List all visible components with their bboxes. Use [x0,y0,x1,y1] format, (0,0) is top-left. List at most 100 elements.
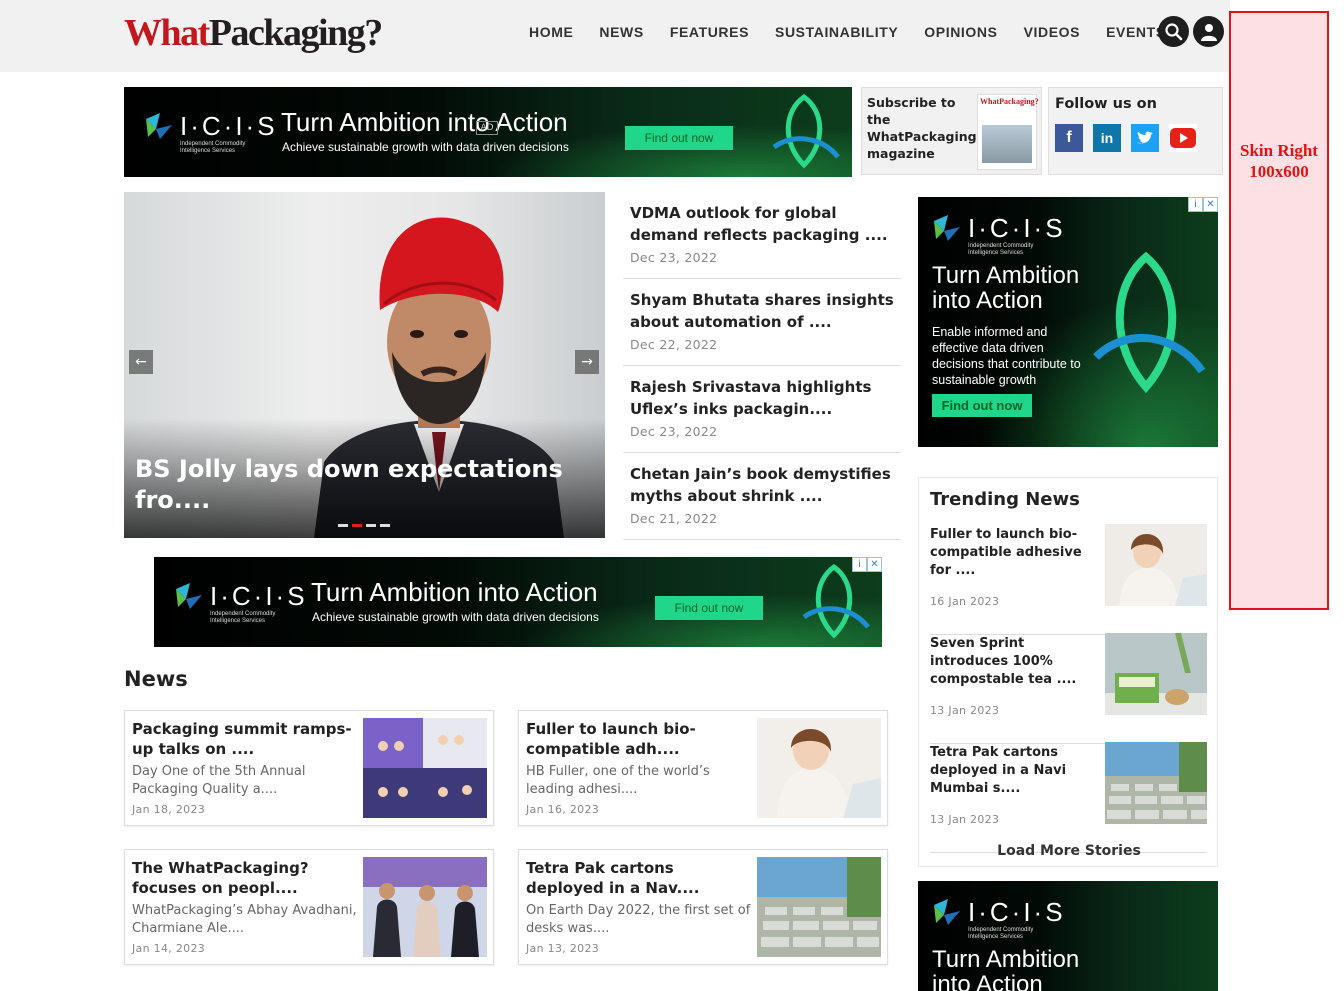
ad-title-line1: Turn Ambition [932,946,1080,973]
latest-title[interactable]: Rajesh Srivastava highlights Uflex’s ink… [630,376,901,420]
slider-next-button[interactable]: → [575,350,599,374]
youtube-icon[interactable] [1169,124,1197,152]
latest-title[interactable]: Chetan Jain’s book demystifies myths abo… [630,463,901,507]
site-header: WhatPackaging? HOME NEWS FEATURES SUSTAI… [0,0,1230,72]
top-banner-ad[interactable]: I·C·I·S Independent Commodity Intelligen… [124,87,852,177]
mid-banner-ad[interactable]: i ✕ I·C·I·S Independent Commodity Intell… [154,557,882,647]
news-card-title[interactable]: The WhatPackaging? focuses on peopl.... [132,858,357,898]
latest-item[interactable]: Rajesh Srivastava highlights Uflex’s ink… [623,366,901,453]
ad-subtitle: Achieve sustainable growth with data dri… [282,140,569,154]
ad-cta-button[interactable]: Find out now [625,126,733,150]
ad-leaf-graphic [772,93,840,169]
news-card-image [363,857,487,957]
ad-tag: AD [476,121,498,135]
latest-item[interactable]: VDMA outlook for global demand reflects … [623,192,901,279]
nav-sustainability[interactable]: SUSTAINABILITY [775,24,898,40]
nav-features[interactable]: FEATURES [670,24,749,40]
skin-size: 100x600 [1249,161,1309,181]
news-card-title[interactable]: Packaging summit ramps-up talks on .... [132,719,357,759]
news-card[interactable]: The WhatPackaging? focuses on peopl.... … [124,849,494,965]
ad-cta-button[interactable]: Find out now [655,596,763,620]
news-card-date: Jan 16, 2023 [526,803,600,816]
nav-home[interactable]: HOME [529,24,573,40]
ad-title: Turn Ambition into Action [311,577,598,607]
trending-item-title[interactable]: Fuller to launch bio-compatible adhesive… [930,526,1092,580]
nav-opinions[interactable]: OPINIONS [924,24,997,40]
slider-dot[interactable] [366,524,376,527]
ad-title-line2: into Action [932,971,1043,991]
follow-box: Follow us on f in [1048,87,1223,175]
nav-news[interactable]: NEWS [599,24,643,40]
latest-item[interactable]: Shyam Bhutata shares insights about auto… [623,279,901,366]
trending-item-title[interactable]: Seven Sprint introduces 100% compostable… [930,635,1092,689]
slider-dot[interactable] [380,524,390,527]
news-card-excerpt: HB Fuller, one of the world’s leading ad… [526,764,710,797]
trending-item-title[interactable]: Tetra Pak cartons deployed in a Navi Mum… [930,744,1092,798]
trending-item-date: 16 Jan 2023 [930,595,1000,608]
twitter-icon[interactable] [1131,124,1159,152]
ad-cta-button[interactable]: Find out now [932,394,1032,417]
slider-dots [338,524,390,527]
latest-item[interactable]: Chetan Jain’s book demystifies myths abo… [623,453,901,540]
hero-caption[interactable]: BS Jolly lays down expectations fro.... [135,454,575,516]
news-card-image [757,718,881,818]
ad-title: Turn Ambition into Action [932,263,1079,313]
news-card-image [757,857,881,957]
ad-info-icon[interactable]: i [1188,197,1203,212]
site-logo[interactable]: WhatPackaging? [124,10,383,56]
trending-item[interactable]: Seven Sprint introduces 100% compostable… [930,633,1207,744]
icis-name: I·C·I·S [180,110,278,141]
side-banner-ad[interactable]: i ✕ I·C·I·S Independent Commodity Intell… [918,197,1218,447]
news-card[interactable]: Packaging summit ramps-up talks on .... … [124,710,494,826]
subscribe-text: Subscribe to the WhatPackaging magazine [867,95,977,161]
trending-item-date: 13 Jan 2023 [930,704,1000,717]
hero-slider[interactable]: ← → BS Jolly lays down expectations fro.… [124,192,605,538]
load-more-button[interactable]: Load More Stories [919,843,1219,859]
slider-dot-active[interactable] [352,524,362,527]
slider-dot[interactable] [338,524,348,527]
latest-date: Dec 23, 2022 [630,250,718,265]
icis-sub: Independent Commodity Intelligence Servi… [210,611,276,624]
account-button[interactable] [1193,16,1224,47]
ad-title: Turn Ambition into Action [932,947,1079,991]
search-button[interactable] [1158,16,1189,47]
icis-sub: Independent Commodity Intelligence Servi… [968,243,1034,256]
main-nav: HOME NEWS FEATURES SUSTAINABILITY OPINIO… [529,24,1192,40]
nav-videos[interactable]: VIDEOS [1024,24,1081,40]
icis-name: I·C·I·S [968,212,1066,243]
nav-events[interactable]: EVENTS [1106,24,1166,40]
news-card-title[interactable]: Tetra Pak cartons deployed in a Nav.... [526,858,751,898]
skin-right-ad-slot[interactable]: Skin Right 100x600 [1229,11,1329,610]
latest-title[interactable]: Shyam Bhutata shares insights about auto… [630,289,901,333]
trending-item[interactable]: Fuller to launch bio-compatible adhesive… [930,524,1207,635]
subscribe-box[interactable]: Subscribe to the WhatPackaging magazine … [861,87,1042,175]
news-card[interactable]: Tetra Pak cartons deployed in a Nav.... … [518,849,888,965]
ad-title: Turn Ambition into Action [281,107,568,137]
latest-list: VDMA outlook for global demand reflects … [623,192,901,540]
slider-prev-button[interactable]: ← [129,350,153,374]
trending-item[interactable]: Tetra Pak cartons deployed in a Navi Mum… [930,742,1207,853]
news-heading: News [124,667,188,691]
ad-leaf-graphic [802,563,870,639]
icis-sub: Independent Commodity Intelligence Servi… [180,141,246,154]
facebook-icon[interactable]: f [1055,124,1083,152]
news-card-excerpt: WhatPackaging’s Abhay Avadhani, Charmian… [132,903,357,936]
news-card[interactable]: Fuller to launch bio-compatible adh.... … [518,710,888,826]
linkedin-icon[interactable]: in [1093,124,1121,152]
trending-item-image [1105,524,1207,606]
trending-item-image [1105,633,1207,715]
ad-close-icon[interactable]: ✕ [1203,197,1218,212]
magazine-title: WhatPackaging? [980,97,1039,106]
logo-what: What [124,12,210,54]
latest-title[interactable]: VDMA outlook for global demand reflects … [630,202,901,246]
side-banner-ad-2[interactable]: I·C·I·S Independent Commodity Intelligen… [918,881,1218,991]
icis-mark-icon [934,215,960,241]
news-card-title[interactable]: Fuller to launch bio-compatible adh.... [526,719,751,759]
ad-choices[interactable]: i ✕ [1188,197,1218,212]
trending-title: Trending News [930,489,1080,510]
logo-packaging: Packaging? [208,12,383,54]
news-card-excerpt: Day One of the 5th Annual Packaging Qual… [132,764,306,797]
icis-name: I·C·I·S [968,896,1066,927]
icis-logo: I·C·I·S Independent Commodity Intelligen… [142,109,278,154]
ad-subtitle: Achieve sustainable growth with data dri… [312,610,599,624]
